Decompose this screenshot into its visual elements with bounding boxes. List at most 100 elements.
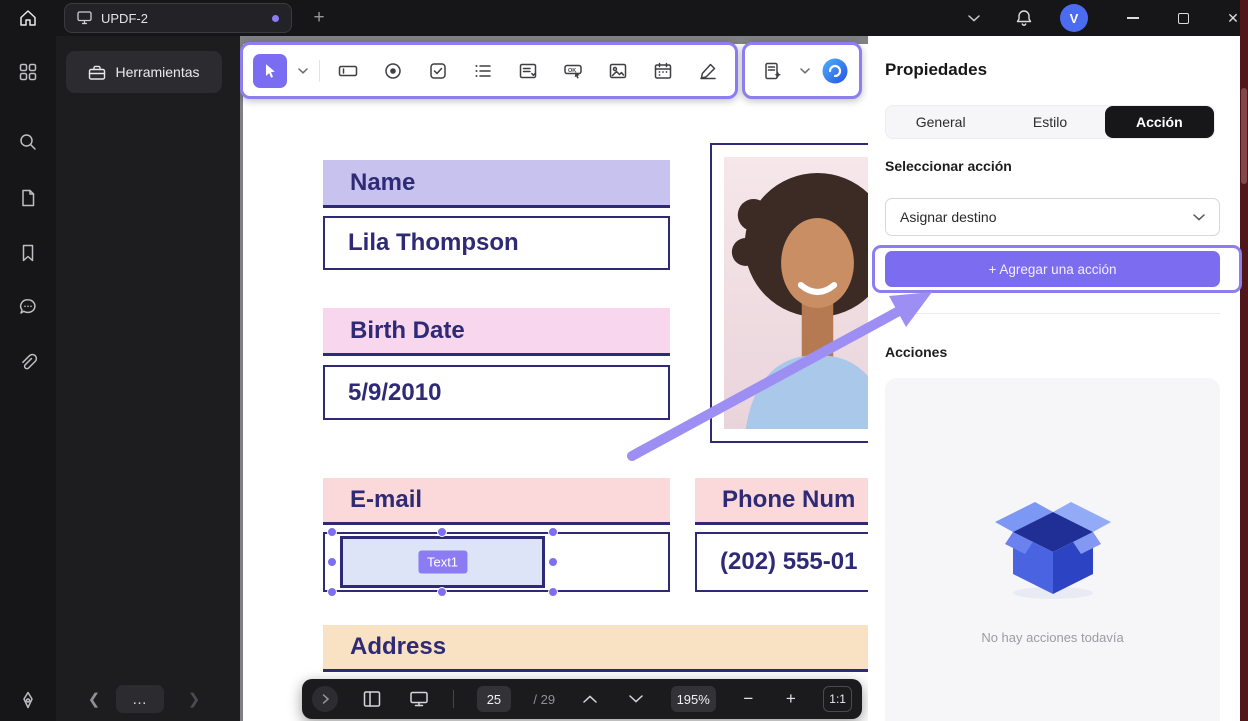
zoom-in-button[interactable]: + <box>781 689 801 709</box>
selection-handle[interactable] <box>327 557 337 567</box>
ai-assistant-icon <box>822 58 847 83</box>
name-field-label: Name <box>323 160 670 208</box>
chevron-right-icon <box>322 694 329 704</box>
combo-box-tool-button[interactable] <box>511 54 545 88</box>
push-button-tool-button[interactable]: OK <box>556 54 590 88</box>
radio-button-tool-button[interactable] <box>376 54 410 88</box>
list-box-tool-button[interactable] <box>466 54 500 88</box>
zoom-level-display[interactable]: 195% <box>670 686 716 712</box>
actual-size-button[interactable]: 1:1 <box>823 686 852 712</box>
scrollbar-track <box>1240 0 1248 721</box>
thumbnails-button[interactable] <box>360 687 384 711</box>
tab-general[interactable]: General <box>886 106 995 138</box>
next-page-button[interactable] <box>624 687 648 711</box>
user-avatar[interactable]: V <box>1060 4 1088 32</box>
image-field-tool-button[interactable] <box>601 54 635 88</box>
name-field-value[interactable]: Lila Thompson <box>323 216 670 270</box>
cursor-icon <box>266 63 275 78</box>
chevron-down-icon <box>298 67 308 74</box>
combo-box-icon <box>519 63 537 78</box>
selection-handle[interactable] <box>548 557 558 567</box>
new-tab-button[interactable]: + <box>306 5 332 31</box>
minimize-button[interactable] <box>1119 0 1147 36</box>
documents-button[interactable] <box>0 185 56 211</box>
selection-handle[interactable] <box>548 527 558 537</box>
page-number-input[interactable]: 25 <box>476 686 511 712</box>
search-icon <box>20 134 36 150</box>
herramientas-button[interactable]: Herramientas <box>66 51 222 93</box>
selection-handle[interactable] <box>327 587 337 597</box>
email-field-label: E-mail <box>323 478 670 525</box>
image-field-icon <box>609 63 627 78</box>
tab-estilo[interactable]: Estilo <box>995 106 1104 138</box>
chat-help-icon <box>19 299 36 314</box>
titlebar: UPDF-2 + V ✕ <box>0 0 1248 36</box>
photo-frame <box>710 143 868 443</box>
selection-handle[interactable] <box>437 587 447 597</box>
phone-field-value[interactable]: (202) 555-01 <box>695 532 868 592</box>
history-forward-button[interactable]: ❯ <box>182 685 206 713</box>
birthdate-field-label: Birth Date <box>323 308 670 356</box>
home-icon <box>20 10 36 26</box>
select-tool-button[interactable] <box>253 53 287 88</box>
more-options-button[interactable]: … <box>116 685 164 713</box>
selected-text-field[interactable]: Text1 <box>340 536 545 588</box>
ai-assistant-button[interactable] <box>821 57 849 85</box>
properties-panel: Propiedades General Estilo Acción Selecc… <box>868 36 1240 721</box>
actions-empty-state: No hay acciones todavía <box>885 378 1220 721</box>
design-tool-button[interactable] <box>0 687 56 713</box>
selection-handle[interactable] <box>548 587 558 597</box>
bookmark-icon <box>22 244 34 262</box>
maximize-button[interactable] <box>1169 0 1197 36</box>
scrollbar-thumb[interactable] <box>1241 88 1247 184</box>
bottom-bar-divider <box>453 690 455 708</box>
page-total-label: / 29 <box>533 691 556 707</box>
action-destination-dropdown[interactable]: Asignar destino <box>885 198 1220 236</box>
pdf-page: Name Lila Thompson Birth Date 5/9/2010 E… <box>243 44 868 721</box>
bell-icon <box>1016 10 1032 26</box>
document-tab[interactable]: UPDF-2 <box>64 3 292 33</box>
ok-glyph: OK <box>568 67 576 73</box>
toolbar-divider <box>319 59 320 82</box>
monitor-icon <box>77 11 92 25</box>
zoom-out-button[interactable]: − <box>738 689 758 709</box>
paperclip-icon <box>22 353 38 370</box>
form-recognition-icon <box>764 62 781 79</box>
expand-bar-button[interactable] <box>312 686 338 712</box>
extra-tools-chevron[interactable] <box>800 67 810 74</box>
bookmarks-button[interactable] <box>0 240 56 266</box>
form-tools-toolbar: OK <box>240 42 738 99</box>
selection-handle[interactable] <box>437 527 447 537</box>
document-canvas: Name Lila Thompson Birth Date 5/9/2010 E… <box>240 36 868 721</box>
selection-handle[interactable] <box>327 527 337 537</box>
properties-tabs: General Estilo Acción <box>885 105 1215 139</box>
pen-nib-icon <box>23 691 33 709</box>
titlebar-menu-button[interactable] <box>960 0 988 36</box>
presentation-button[interactable] <box>407 687 431 711</box>
add-action-button[interactable]: + Agregar una acción <box>885 251 1220 287</box>
toolbox-icon <box>89 65 106 80</box>
form-recognition-tool-button[interactable] <box>756 54 790 88</box>
help-button[interactable] <box>0 294 56 320</box>
previous-page-button[interactable] <box>578 687 602 711</box>
select-action-label: Seleccionar acción <box>885 158 1012 174</box>
text-field-tool-button[interactable] <box>331 54 365 88</box>
notifications-button[interactable] <box>1010 0 1038 36</box>
home-button[interactable] <box>0 0 56 36</box>
signature-field-tool-button[interactable] <box>691 54 725 88</box>
minimize-icon <box>1127 17 1139 19</box>
select-tool-chevron[interactable] <box>298 67 308 74</box>
actions-label: Acciones <box>885 344 948 360</box>
phone-field-label: Phone Num <box>695 478 868 525</box>
search-button[interactable] <box>0 129 56 155</box>
chevron-down-icon <box>1193 213 1205 221</box>
history-back-button[interactable]: ❮ <box>82 685 106 713</box>
apps-grid-button[interactable] <box>0 59 56 85</box>
attachments-button[interactable] <box>0 350 56 376</box>
checkbox-tool-button[interactable] <box>421 54 455 88</box>
empty-box-illustration <box>994 502 1111 599</box>
birthdate-field-value[interactable]: 5/9/2010 <box>323 365 670 420</box>
page-navigation-bar: 25 / 29 195% − + 1:1 <box>302 679 862 719</box>
date-field-tool-button[interactable] <box>646 54 680 88</box>
tab-accion[interactable]: Acción <box>1104 106 1214 138</box>
